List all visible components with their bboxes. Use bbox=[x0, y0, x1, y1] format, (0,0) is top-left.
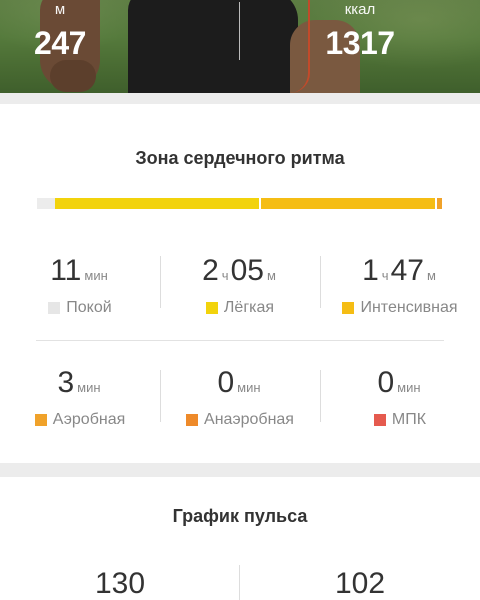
zone-bar-aerobic bbox=[437, 198, 442, 209]
zone-distribution-bar bbox=[37, 198, 442, 209]
zone-aerobic-value: 3 мин bbox=[0, 366, 160, 405]
heart-rate-zone-card[interactable]: Зона сердечного ритма 11 мин Покой 2 ч05 м … bbox=[0, 104, 480, 463]
zone-aerobic: 3 мин Аэробная bbox=[0, 366, 160, 429]
zone-intensive-label: Интенсивная bbox=[360, 299, 458, 316]
zone-vo2max-unit: мин bbox=[397, 380, 421, 395]
zone-light: 2 ч05 м Лёгкая bbox=[160, 254, 320, 317]
row1-divider-1 bbox=[160, 256, 161, 308]
zone-rest-unit: мин bbox=[84, 268, 108, 283]
zone-anaerobic-color-swatch bbox=[186, 414, 199, 426]
zone-rest: 11 мин Покой bbox=[0, 254, 160, 317]
zone-light-color-swatch bbox=[205, 302, 218, 314]
zone-vo2max-number: 0 bbox=[377, 366, 395, 399]
zone-intensive: 1 ч47 м Интенсивная bbox=[320, 254, 480, 317]
runner-hand-image bbox=[50, 60, 96, 92]
zone-rest-label: Покой bbox=[66, 299, 112, 316]
zone-intensive-minutes: 47 bbox=[390, 254, 424, 287]
zone-vo2max-value: 0 мин bbox=[320, 366, 480, 405]
calories-value: 1317 bbox=[325, 25, 395, 61]
zone-anaerobic: 0 мин Анаэробная bbox=[160, 366, 320, 429]
zone-light-label: Лёгкая bbox=[223, 299, 275, 316]
pulse-chart-card[interactable]: График пульса 130 102 bbox=[0, 477, 480, 600]
pulse-resting-value: 102 bbox=[334, 567, 386, 600]
zone-rest-color-swatch bbox=[48, 302, 61, 314]
zone-rest-value: 11 мин bbox=[0, 254, 160, 293]
zone-aerobic-label: Аэробная bbox=[52, 411, 126, 428]
row1-divider-2 bbox=[320, 256, 321, 308]
zone-intensive-hours-unit: ч bbox=[381, 268, 389, 283]
zone-light-minutes: 05 bbox=[230, 254, 264, 287]
zone-anaerobic-number: 0 bbox=[217, 366, 235, 399]
zone-light-hours-unit: ч bbox=[221, 268, 229, 283]
zone-aerobic-unit: мин bbox=[77, 380, 101, 395]
zone-aerobic-color-swatch bbox=[34, 414, 47, 426]
zone-bar-light bbox=[54, 198, 259, 209]
rows-divider bbox=[36, 340, 444, 341]
zone-light-value: 2 ч05 м bbox=[160, 254, 320, 293]
zone-vo2max-color-swatch bbox=[373, 414, 386, 426]
zone-aerobic-number: 3 bbox=[57, 366, 75, 399]
pulse-average-value: 130 bbox=[94, 567, 146, 600]
heart-zone-title: Зона сердечного ритма bbox=[135, 148, 345, 168]
zone-intensive-hours: 1 bbox=[362, 254, 379, 287]
zone-intensive-color-swatch bbox=[342, 302, 355, 314]
calories-unit: ккал bbox=[344, 1, 376, 18]
zone-light-hours: 2 bbox=[202, 254, 219, 287]
zone-bar-rest bbox=[37, 198, 55, 209]
distance-stat: м 247 bbox=[0, 0, 240, 62]
row2-divider-1 bbox=[160, 370, 161, 422]
hero-photo-header: м 247 ккал 1317 bbox=[0, 0, 480, 93]
zone-anaerobic-label: Анаэробная bbox=[204, 411, 294, 428]
calories-stat: ккал 1317 bbox=[240, 0, 480, 62]
zone-intensive-value: 1 ч47 м bbox=[320, 254, 480, 293]
zone-vo2max: 0 мин МПК bbox=[320, 366, 480, 429]
zone-rest-number: 11 bbox=[50, 254, 82, 287]
zone-light-minutes-unit: м bbox=[266, 268, 276, 283]
distance-unit: м bbox=[54, 1, 66, 18]
row2-divider-2 bbox=[320, 370, 321, 422]
zone-anaerobic-value: 0 мин bbox=[160, 366, 320, 405]
zone-bar-intensive bbox=[260, 198, 436, 209]
zone-vo2max-label: МПК bbox=[391, 411, 427, 428]
zone-intensive-minutes-unit: м bbox=[426, 268, 436, 283]
distance-value: 247 bbox=[34, 25, 86, 61]
zone-anaerobic-unit: мин bbox=[237, 380, 261, 395]
pulse-chart-title: График пульса bbox=[172, 506, 308, 526]
